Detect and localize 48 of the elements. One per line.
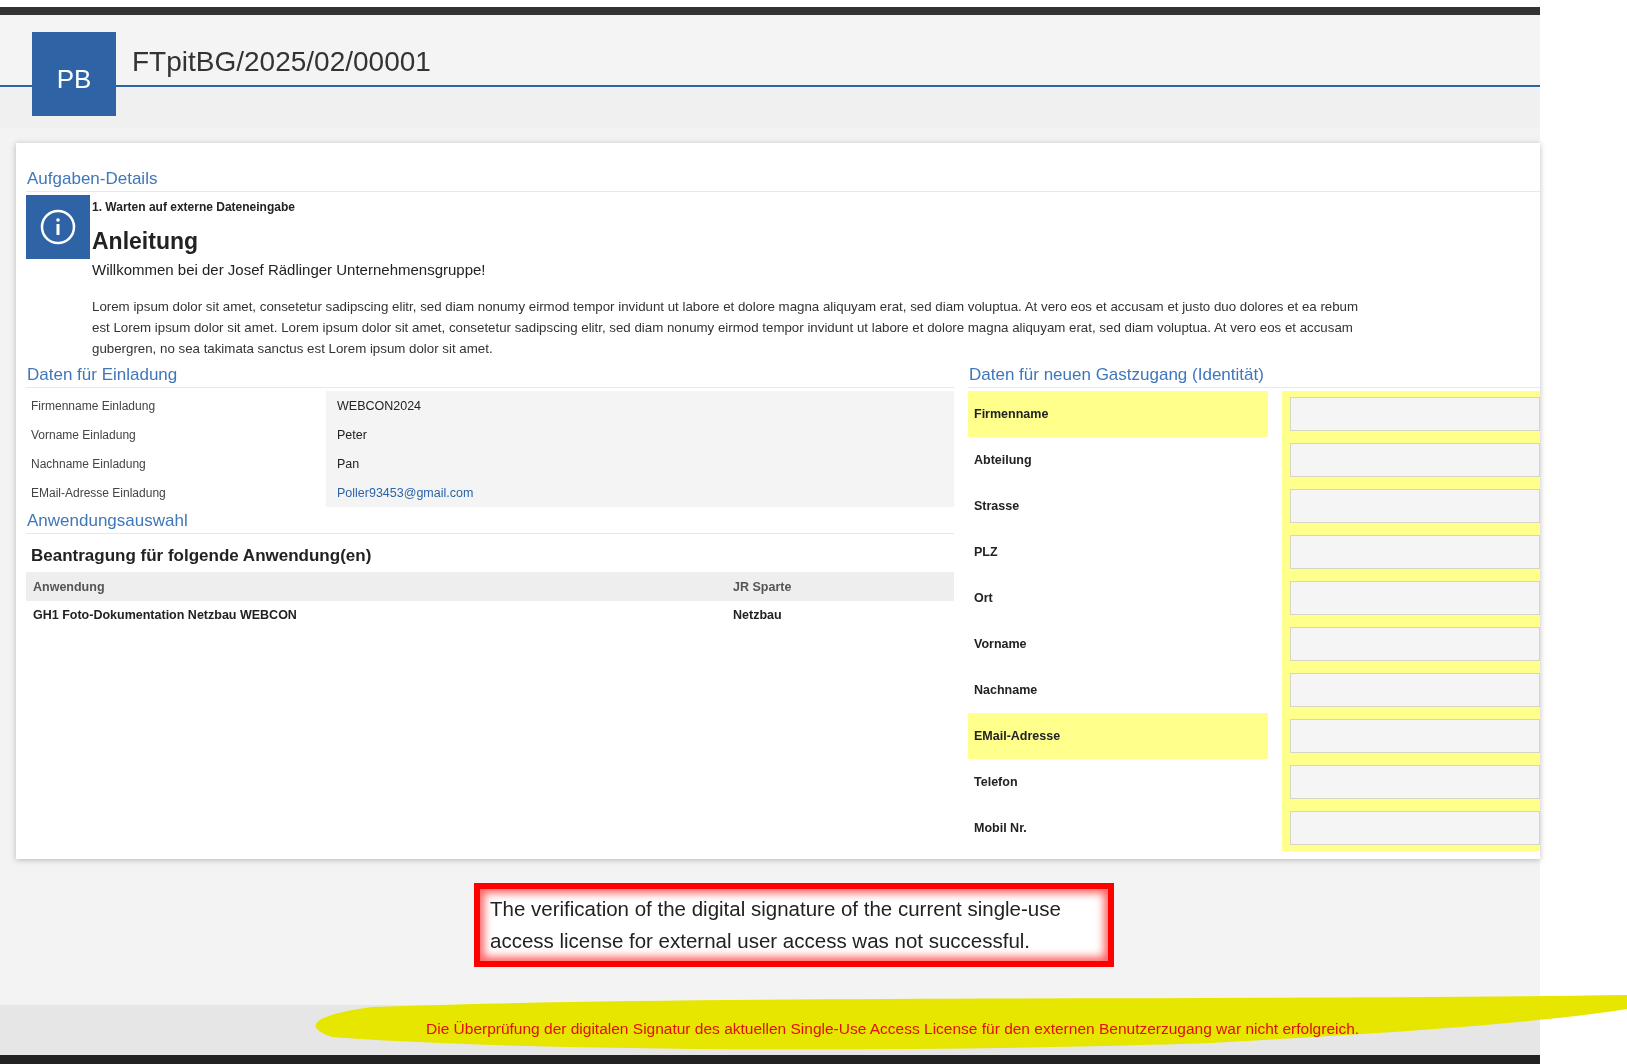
table-cell-text: GH1 Foto-Dokumentation Netzbau WEBCON — [32, 607, 298, 624]
field-label: Nachname — [973, 682, 1039, 699]
column-header: Anwendung — [26, 572, 726, 601]
status-message: Die Überprüfung der digitalen Signatur des aktuellen Single-Use Access License für den externen Benutzerzugang war nicht erfolgreich. — [426, 1020, 1360, 1038]
welcome-text: Willkommen bei der Josef Rädlinger Unternehmensgruppe! — [92, 261, 487, 278]
field-label: Vorname — [973, 636, 1028, 653]
input-field[interactable] — [1290, 673, 1540, 707]
field-label: Mobil Nr. — [973, 820, 1028, 837]
section-heading: Aufgaben-Details — [26, 169, 1540, 192]
field-label: EMail-Adresse Einladung — [30, 484, 167, 502]
input-field[interactable] — [1290, 811, 1540, 845]
body-text-line: Lorem ipsum dolor sit amet, consetetur sadipscing elitr, sed diam nonumy eirmod tempor invidunt ut labore et dolore magna aliquyam erat, sed diam voluptua. At vero eos et accusam et justo duo dolores et ea rebum — [92, 298, 1360, 316]
field-label: Ort — [973, 590, 994, 607]
field-label: Strasse — [973, 498, 1021, 515]
field-label: Nachname Einladung — [30, 455, 147, 473]
section-heading: Daten für Einladung — [26, 365, 954, 388]
table-title: Beantragung für folgende Anwendung(en) — [31, 546, 373, 566]
table-cell-text: Netzbau — [732, 607, 783, 624]
field-value: Peter — [326, 420, 954, 449]
section-heading: Anwendungsauswahl — [26, 511, 954, 534]
field-label: Vorname Einladung — [30, 426, 137, 444]
input-field[interactable] — [1290, 535, 1540, 569]
input-field[interactable] — [1290, 397, 1540, 431]
field-value: WEBCON2024 — [326, 391, 954, 420]
field-label: Telefon — [973, 774, 1019, 791]
field-label: Firmenname Einladung — [30, 397, 157, 415]
input-field[interactable] — [1290, 443, 1540, 477]
field-value: Pan — [326, 449, 954, 478]
error-message: The verification of the digital signature of the current single-use access license for external user access was not successful. — [474, 883, 1114, 967]
document-title: FTpitBG/2025/02/00001 — [132, 46, 431, 78]
field-label: PLZ — [973, 544, 999, 561]
input-field[interactable] — [1290, 489, 1540, 523]
field-label: Abteilung — [973, 452, 1033, 469]
input-field[interactable] — [1290, 719, 1540, 753]
email-link[interactable]: Poller93453@gmail.com — [337, 485, 474, 500]
field-label: EMail-Adresse — [968, 713, 1268, 759]
body-text-line: est Lorem ipsum dolor sit amet. Lorem ipsum dolor sit amet, consetetur sadipscing elitr, sed diam nonumy eirmod tempor invidunt ut labore et dolore magna aliquyam erat, sed diam voluptua. At vero eos et accusam — [92, 319, 1354, 337]
input-field[interactable] — [1290, 581, 1540, 615]
avatar: PB — [32, 32, 116, 116]
step-label: 1. Warten auf externe Dateneingabe — [91, 199, 296, 214]
input-field[interactable] — [1290, 765, 1540, 799]
section-heading: Daten für neuen Gastzugang (Identität) — [968, 365, 1540, 388]
body-text-line: gubergren, no sea takimata sanctus est Lorem ipsum dolor sit amet. — [92, 340, 494, 358]
info-icon — [40, 209, 76, 245]
input-field[interactable] — [1290, 627, 1540, 661]
instructions-title: Anleitung — [92, 228, 200, 255]
column-header: JR Sparte — [726, 572, 954, 601]
field-label: Firmenname — [968, 391, 1268, 437]
